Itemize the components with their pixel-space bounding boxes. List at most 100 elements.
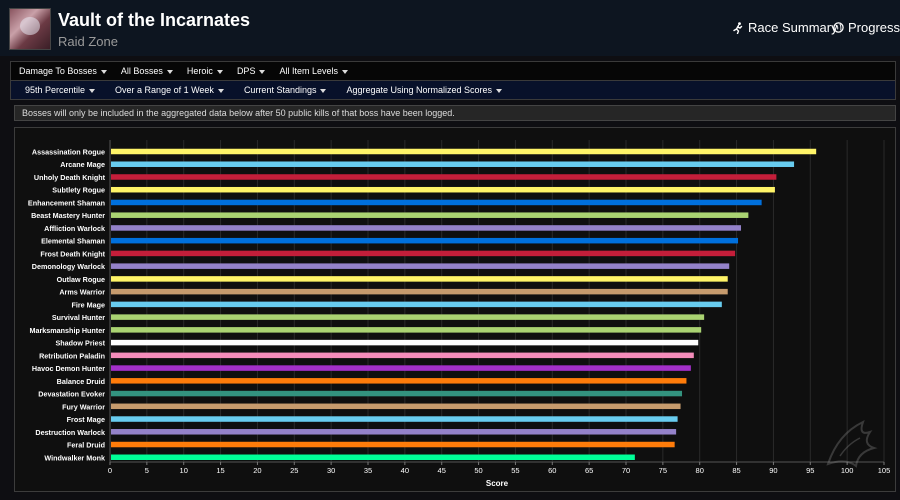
bar (111, 225, 741, 231)
bar (111, 429, 677, 435)
filter-percentile-dropdown[interactable]: 95th Percentile (25, 85, 96, 95)
x-tick-label: 35 (364, 466, 372, 475)
x-tick-label: 80 (696, 466, 704, 475)
bar (111, 237, 739, 244)
category-label: Fury Warrior (62, 402, 105, 411)
bar (111, 263, 730, 269)
progress-link[interactable]: Progress (833, 20, 900, 35)
bar (111, 301, 722, 308)
bar (111, 327, 702, 333)
x-tick-label: 65 (585, 466, 593, 475)
bar (111, 276, 728, 282)
category-label: Assassination Rogue (32, 148, 105, 157)
bar (111, 250, 736, 257)
x-tick-label: 30 (327, 466, 335, 475)
caret-down-icon (216, 69, 223, 74)
bar (111, 403, 681, 410)
category-label: Elemental Shaman (41, 237, 105, 246)
x-tick-label: 50 (474, 466, 482, 475)
category-label: Balance Druid (57, 377, 105, 386)
category-label: Demonology Warlock (32, 262, 105, 271)
x-tick-label: 0 (108, 466, 112, 475)
category-label: Marksmanship Hunter (30, 326, 106, 335)
progress-label: Progress (848, 20, 900, 35)
bar (111, 212, 749, 218)
filter-bar-secondary: 95th Percentile Over a Range of 1 Week C… (10, 80, 896, 100)
category-label: Frost Mage (67, 415, 105, 424)
category-label: Frost Death Knight (40, 249, 105, 258)
category-label: Enhancement Shaman (28, 198, 105, 207)
bar (111, 365, 691, 371)
filter-aggregate-dropdown[interactable]: Aggregate Using Normalized Scores (346, 85, 503, 95)
bar (111, 161, 795, 167)
filter-boss-dropdown[interactable]: All Bosses (121, 66, 173, 76)
race-summary-label: Race Summary (748, 20, 838, 35)
filter-item-level-dropdown[interactable]: All Item Levels (279, 66, 348, 76)
aggregation-notice: Bosses will only be included in the aggr… (14, 105, 896, 121)
category-label: Affliction Warlock (44, 224, 105, 233)
bar (111, 390, 683, 397)
x-tick-label: 75 (659, 466, 667, 475)
zone-image-icon (9, 8, 51, 50)
x-tick-label: 85 (732, 466, 740, 475)
x-tick-label: 40 (401, 466, 409, 475)
category-label: Arcane Mage (60, 160, 105, 169)
runner-icon (733, 21, 743, 34)
bar (111, 378, 687, 384)
x-tick-label: 5 (145, 466, 149, 475)
filter-metric-dropdown[interactable]: Damage To Bosses (19, 66, 107, 76)
x-tick-label: 55 (511, 466, 519, 475)
x-tick-label: 20 (253, 466, 261, 475)
bar (111, 416, 678, 422)
caret-down-icon (100, 69, 107, 74)
dragon-watermark-icon (826, 420, 878, 468)
filter-standings-dropdown[interactable]: Current Standings (244, 85, 327, 95)
score-bar-chart: Assassination Rogue Arcane Mage Unholy Dea… (28, 140, 890, 488)
x-tick-label: 25 (290, 466, 298, 475)
category-label: Shadow Priest (55, 339, 105, 348)
bar (111, 148, 817, 155)
category-label: Destruction Warlock (35, 428, 105, 437)
category-label: Unholy Death Knight (34, 173, 106, 182)
caret-down-icon (259, 69, 266, 74)
globe-icon (833, 22, 844, 33)
bar (111, 454, 635, 461)
x-tick-label: 70 (622, 466, 630, 475)
x-tick-label: 15 (216, 466, 224, 475)
x-axis-title: Score (486, 479, 509, 488)
chart-panel: Assassination Rogue Arcane Mage Unholy Dea… (14, 127, 896, 492)
filter-difficulty-dropdown[interactable]: Heroic (187, 66, 223, 76)
bar (111, 352, 694, 359)
category-label: Subtlety Rogue (52, 186, 105, 195)
bar (111, 441, 675, 448)
caret-down-icon (217, 88, 224, 93)
category-label: Arms Warrior (59, 288, 105, 297)
category-label: Windwalker Monk (44, 453, 105, 462)
category-label: Feral Druid (67, 441, 105, 450)
category-label: Outlaw Rogue (57, 275, 105, 284)
x-tick-label: 90 (769, 466, 777, 475)
filter-role-dropdown[interactable]: DPS (237, 66, 266, 76)
x-tick-label: 10 (180, 466, 188, 475)
page-title: Vault of the Incarnates (58, 10, 251, 30)
bar (111, 339, 699, 346)
x-tick-label: 45 (438, 466, 446, 475)
caret-down-icon (89, 88, 96, 93)
bar (111, 186, 775, 193)
caret-down-icon (320, 88, 327, 93)
filter-bar-primary: Damage To Bosses All Bosses Heroic DPS A… (10, 61, 896, 81)
x-tick-label: 60 (548, 466, 556, 475)
caret-down-icon (496, 88, 503, 93)
bar (111, 174, 777, 180)
race-summary-link[interactable]: Race Summary (732, 20, 838, 35)
filter-range-dropdown[interactable]: Over a Range of 1 Week (115, 85, 224, 95)
category-label: Survival Hunter (52, 313, 105, 322)
bar (111, 314, 705, 320)
category-label: Devastation Evoker (38, 390, 105, 399)
page-header: Vault of the Incarnates Raid Zone Race S… (0, 0, 900, 56)
category-label: Havoc Demon Hunter (32, 364, 105, 373)
category-label: Retribution Paladin (39, 351, 105, 360)
bar (111, 288, 728, 295)
page-subtitle: Raid Zone (58, 34, 118, 49)
caret-down-icon (166, 69, 173, 74)
